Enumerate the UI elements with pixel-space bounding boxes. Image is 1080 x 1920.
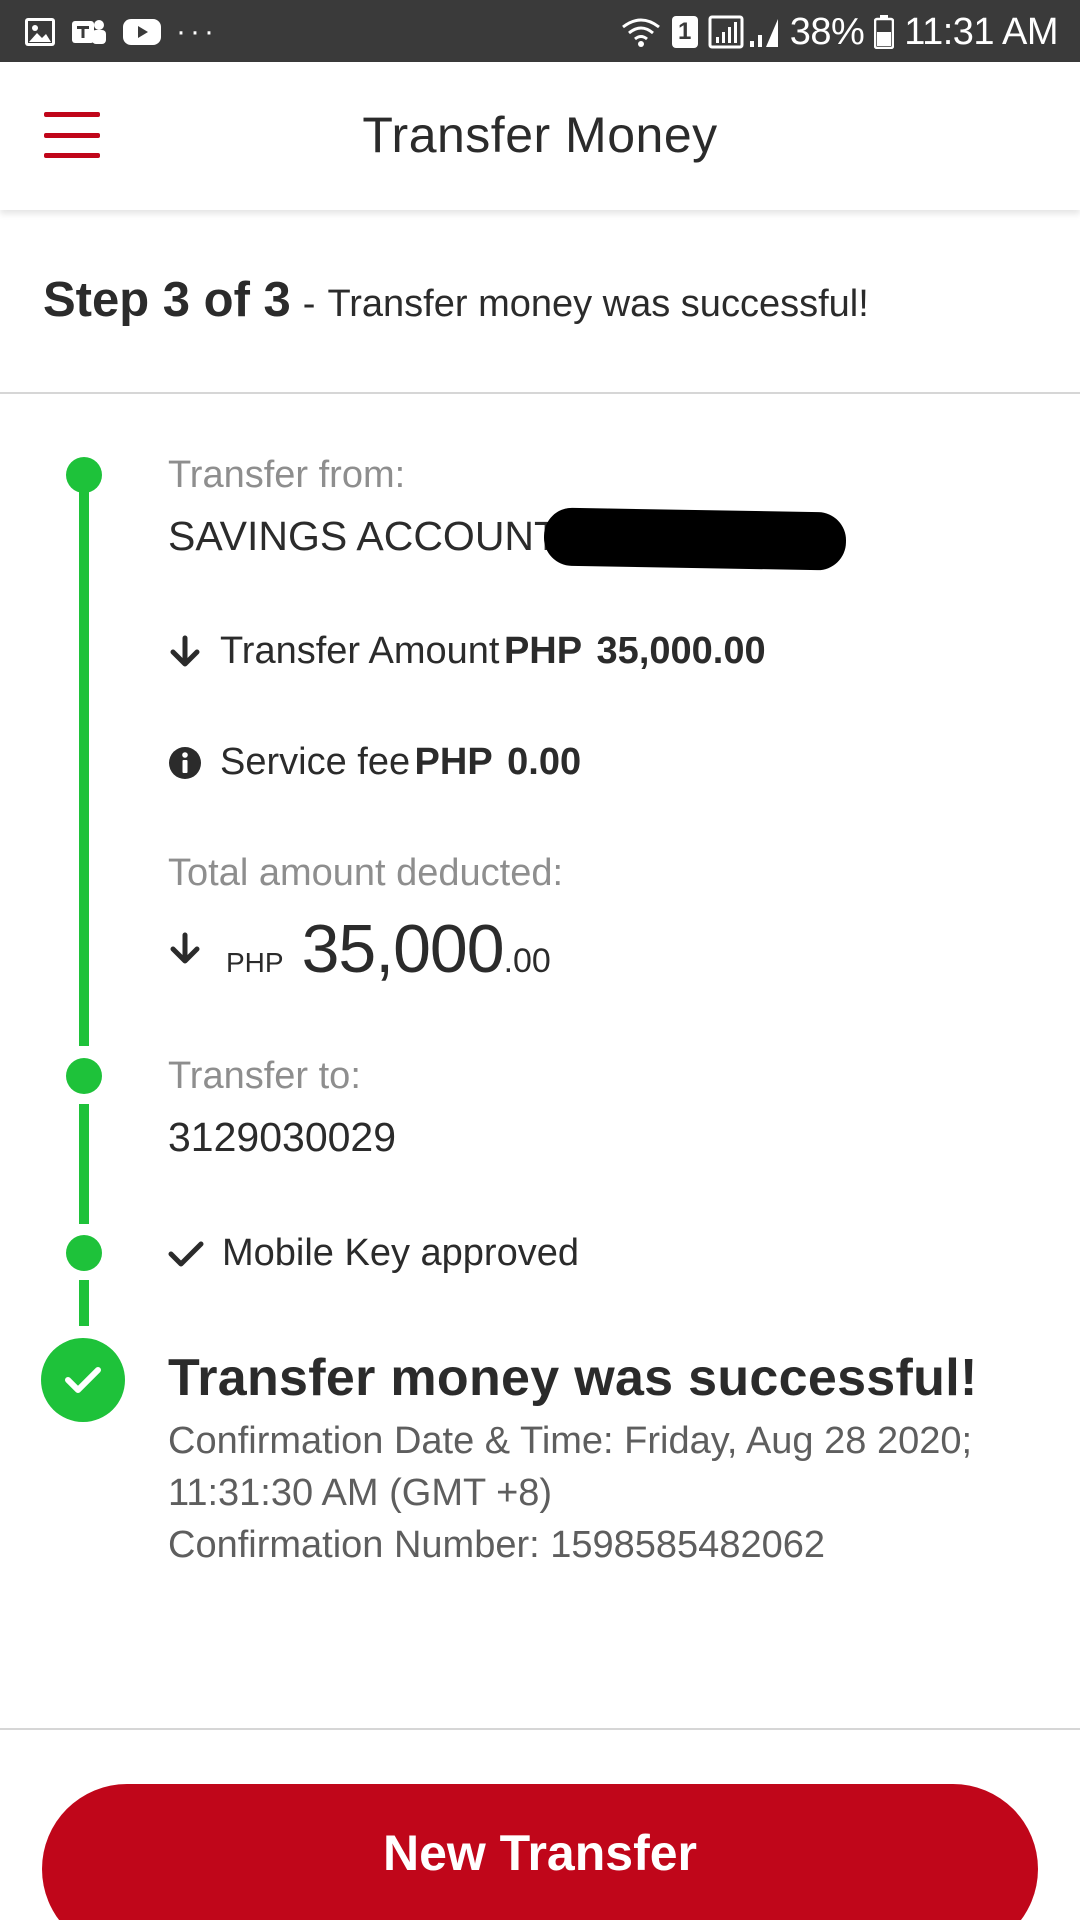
confirmation-number: Confirmation Number: 1598585482062 <box>168 1524 825 1566</box>
success-check-icon <box>41 1338 125 1422</box>
timeline-dot-to <box>66 1058 102 1094</box>
battery-icon <box>874 15 895 49</box>
gallery-icon <box>24 17 56 47</box>
app-header: Transfer Money <box>0 62 1080 210</box>
total-deducted-amount: PHP 35,000.00 <box>168 910 551 988</box>
success-title: Transfer money was successful! <box>168 1349 978 1407</box>
total-deducted-label: Total amount deducted: <box>168 852 564 894</box>
service-fee-row: Service fee PHP 0.00 <box>168 741 581 784</box>
step-label: Step 3 of 3 <box>43 273 291 327</box>
timeline-line-1 <box>79 492 89 1046</box>
battery-percentage: 38% <box>789 10 865 53</box>
status-bar-system: 1 38% 11:31 AM <box>620 10 1058 54</box>
mobile-key-row: Mobile Key approved <box>168 1232 579 1275</box>
page-title: Transfer Money <box>362 107 718 163</box>
clock: 11:31 AM <box>904 10 1058 53</box>
service-fee-currency: PHP <box>414 741 493 783</box>
status-bar: ··· 1 38% 11:31 AM <box>0 0 1080 62</box>
sim-badge-icon: 1 <box>671 16 698 48</box>
status-bar-notifications: ··· <box>24 12 218 52</box>
info-icon <box>168 746 202 780</box>
arrow-down-icon <box>168 932 202 966</box>
transfer-from-account: SAVINGS ACCOUNT | <box>168 513 581 559</box>
step-indicator: Step 3 of 3 - Transfer money was success… <box>43 272 869 342</box>
transfer-amount-row: Transfer Amount PHP 35,000.00 <box>168 630 766 673</box>
new-transfer-button[interactable]: New Transfer <box>42 1784 1038 1920</box>
service-fee-value: 0.00 <box>507 741 582 783</box>
total-whole: 35,000 <box>301 911 505 987</box>
transfer-to-label: Transfer to: <box>168 1055 361 1097</box>
timeline-line-3 <box>79 1280 89 1326</box>
youtube-icon <box>122 17 162 47</box>
timeline-line-2 <box>79 1104 89 1224</box>
step-separator: - <box>302 283 316 325</box>
mobile-key-label: Mobile Key approved <box>222 1232 579 1274</box>
transfer-amount-value: 35,000.00 <box>596 630 766 672</box>
transfer-to-account: 3129030029 <box>168 1114 397 1160</box>
step-description: Transfer money was successful! <box>327 283 869 325</box>
arrow-down-icon <box>168 635 202 669</box>
transfer-from-label: Transfer from: <box>168 454 406 496</box>
signal-icon <box>708 15 780 49</box>
divider <box>0 1728 1080 1730</box>
more-notifications-icon: ··· <box>176 15 218 48</box>
teams-icon <box>70 16 108 48</box>
wifi-icon <box>620 15 662 49</box>
confirmation-datetime: Confirmation Date & Time: Friday, Aug 28… <box>168 1420 973 1462</box>
total-currency: PHP <box>226 947 284 978</box>
transfer-amount-currency: PHP <box>503 630 583 672</box>
divider <box>0 392 1080 394</box>
confirmation-time: 11:31:30 AM (GMT +8) <box>168 1472 553 1514</box>
checkmark-icon <box>168 1239 204 1269</box>
timeline-dot-mobile-key <box>66 1235 102 1271</box>
redaction-mark <box>543 507 847 571</box>
transfer-amount-label: Transfer Amount <box>220 630 500 672</box>
service-fee-label: Service fee <box>220 741 411 783</box>
total-decimal: .00 <box>503 942 551 980</box>
timeline-dot-from <box>66 457 102 493</box>
